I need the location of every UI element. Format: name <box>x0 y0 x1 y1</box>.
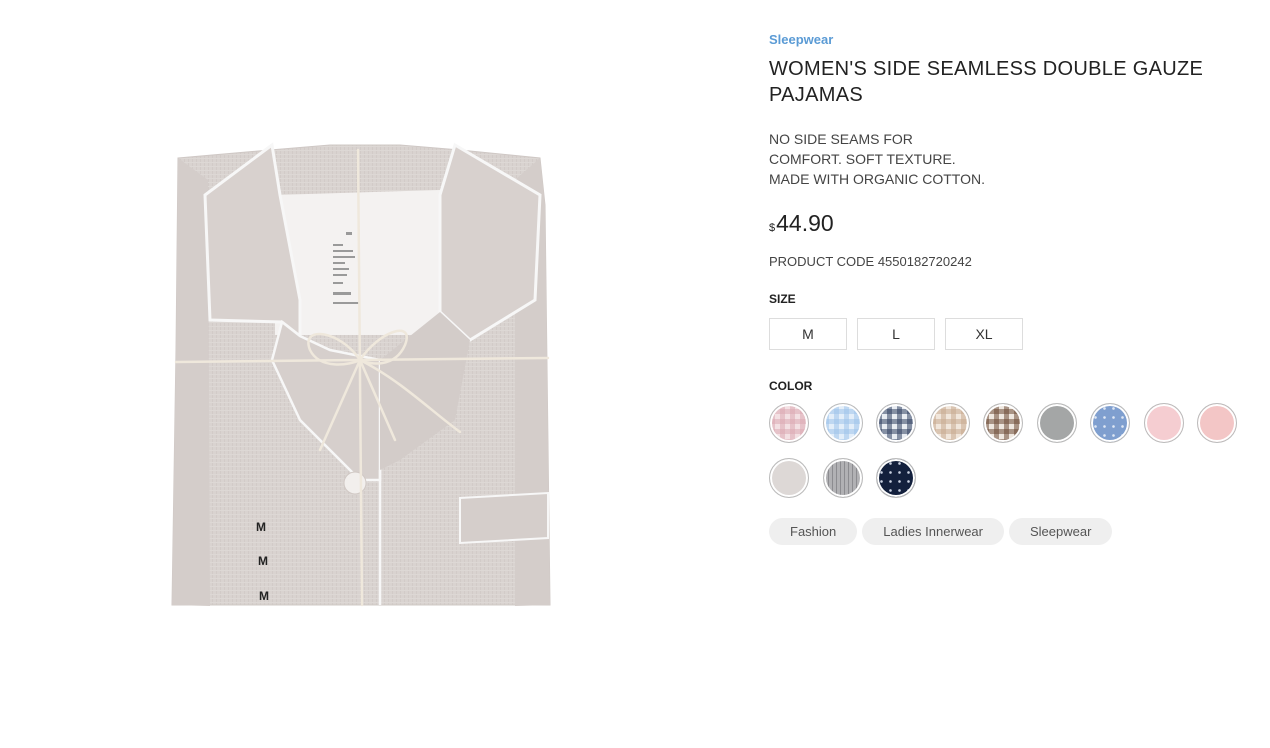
size-option-xl[interactable]: XL <box>945 318 1023 350</box>
product-description: NO SIDE SEAMS FOR COMFORT. SOFT TEXTURE.… <box>769 129 985 189</box>
svg-text:M: M <box>256 520 266 534</box>
light-blue-check-swatch[interactable] <box>823 403 863 443</box>
blue-dot-swatch[interactable] <box>1090 403 1130 443</box>
description-line: NO SIDE SEAMS FOR <box>769 131 913 147</box>
size-options: M L XL <box>769 318 1023 350</box>
description-line: MADE WITH ORGANIC COTTON. <box>769 171 985 187</box>
color-label: COLOR <box>769 379 813 393</box>
size-option-m[interactable]: M <box>769 318 847 350</box>
size-label: SIZE <box>769 292 796 306</box>
navy-check-swatch[interactable] <box>876 403 916 443</box>
gray-stripe-swatch[interactable] <box>823 458 863 498</box>
svg-text:M: M <box>258 554 268 568</box>
price-amount: 44.90 <box>776 210 834 236</box>
brown-check-swatch[interactable] <box>983 403 1023 443</box>
tag-sleepwear[interactable]: Sleepwear <box>1008 518 1113 545</box>
tag-fashion[interactable]: Fashion <box>769 518 858 545</box>
tag-list: Fashion Ladies Innerwear Sleepwear <box>769 518 1113 545</box>
light-gray-swatch[interactable] <box>769 458 809 498</box>
gray-swatch[interactable] <box>1037 403 1077 443</box>
tag-ladies-innerwear[interactable]: Ladies Innerwear <box>862 518 1004 545</box>
pink-check-swatch[interactable] <box>769 403 809 443</box>
product-image: M M M <box>0 0 735 748</box>
navy-dot-swatch[interactable] <box>876 458 916 498</box>
light-pink-swatch[interactable] <box>1197 403 1237 443</box>
category-link[interactable]: Sleepwear <box>769 32 833 47</box>
product-code: PRODUCT CODE 4550182720242 <box>769 254 972 269</box>
description-line: COMFORT. SOFT TEXTURE. <box>769 151 956 167</box>
folded-pajamas-illustration: M M M <box>171 142 551 607</box>
size-option-l[interactable]: L <box>857 318 935 350</box>
currency-symbol: $ <box>769 222 776 234</box>
beige-check-swatch[interactable] <box>930 403 970 443</box>
product-title: WOMEN'S SIDE SEAMLESS DOUBLE GAUZE PAJAM… <box>769 58 1204 106</box>
svg-text:M: M <box>259 589 269 603</box>
price: $44.90 <box>769 210 834 237</box>
pink-swatch[interactable] <box>1144 403 1184 443</box>
